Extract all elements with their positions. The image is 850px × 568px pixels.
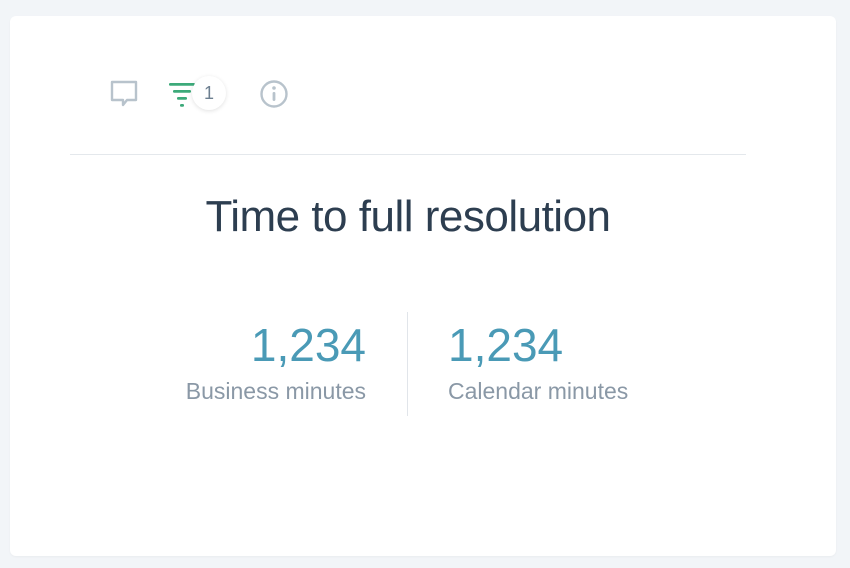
report-card: 1 Time to full resolution 1,234 Business…	[10, 16, 836, 556]
card-title: Time to full resolution	[205, 192, 611, 241]
metric-calendar-minutes: 1,234 Calendar minutes	[448, 314, 688, 405]
metric-value: 1,234	[250, 319, 366, 371]
filter-count-badge[interactable]: 1	[192, 76, 226, 110]
metric-value: 1,234	[448, 319, 564, 371]
info-icon	[260, 80, 288, 108]
comment-icon	[110, 80, 138, 107]
comment-button[interactable]	[104, 76, 144, 112]
toolbar-divider	[70, 154, 746, 155]
metric-business-minutes: 1,234 Business minutes	[126, 314, 366, 405]
info-button[interactable]	[254, 76, 294, 112]
metric-label: Business minutes	[185, 378, 366, 404]
card-toolbar: 1	[70, 76, 746, 116]
metric-separator	[407, 312, 408, 416]
metric-label: Calendar minutes	[448, 378, 629, 404]
